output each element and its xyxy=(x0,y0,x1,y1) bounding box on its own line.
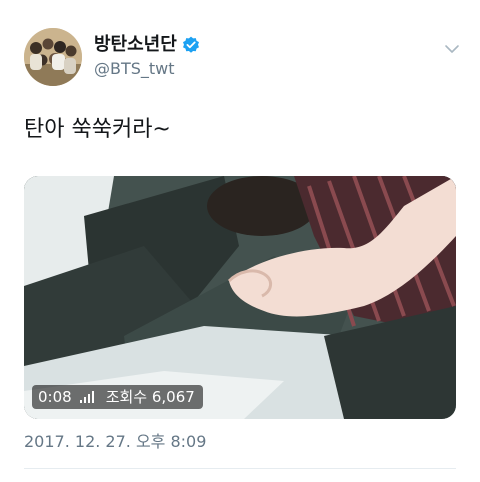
chevron-down-icon[interactable] xyxy=(444,40,460,53)
divider xyxy=(24,468,456,469)
video-duration: 0:08 xyxy=(38,388,72,406)
group-photo-avatar-icon xyxy=(24,28,82,86)
video-player[interactable]: 0:08 조회수 6,067 xyxy=(24,176,456,419)
tweet-timestamp[interactable]: 2017. 12. 27. 오후 8:09 xyxy=(24,432,206,452)
user-handle[interactable]: @BTS_twt xyxy=(94,60,175,78)
name-row: 방탄소년단 xyxy=(94,35,200,55)
verified-badge-icon xyxy=(182,36,200,54)
video-thumbnail xyxy=(24,176,456,419)
display-name[interactable]: 방탄소년단 xyxy=(94,35,177,55)
view-count: 조회수 6,067 xyxy=(105,388,195,406)
signal-bars-icon xyxy=(79,391,94,403)
avatar[interactable] xyxy=(24,28,82,86)
tweet-card: 방탄소년단 @BTS_twt 탄아 쑥쑥커라~ 0:08 조회수 6,067 2… xyxy=(0,0,480,482)
video-info-badge: 0:08 조회수 6,067 xyxy=(32,385,203,409)
tweet-text: 탄아 쑥쑥커라~ xyxy=(24,117,171,142)
